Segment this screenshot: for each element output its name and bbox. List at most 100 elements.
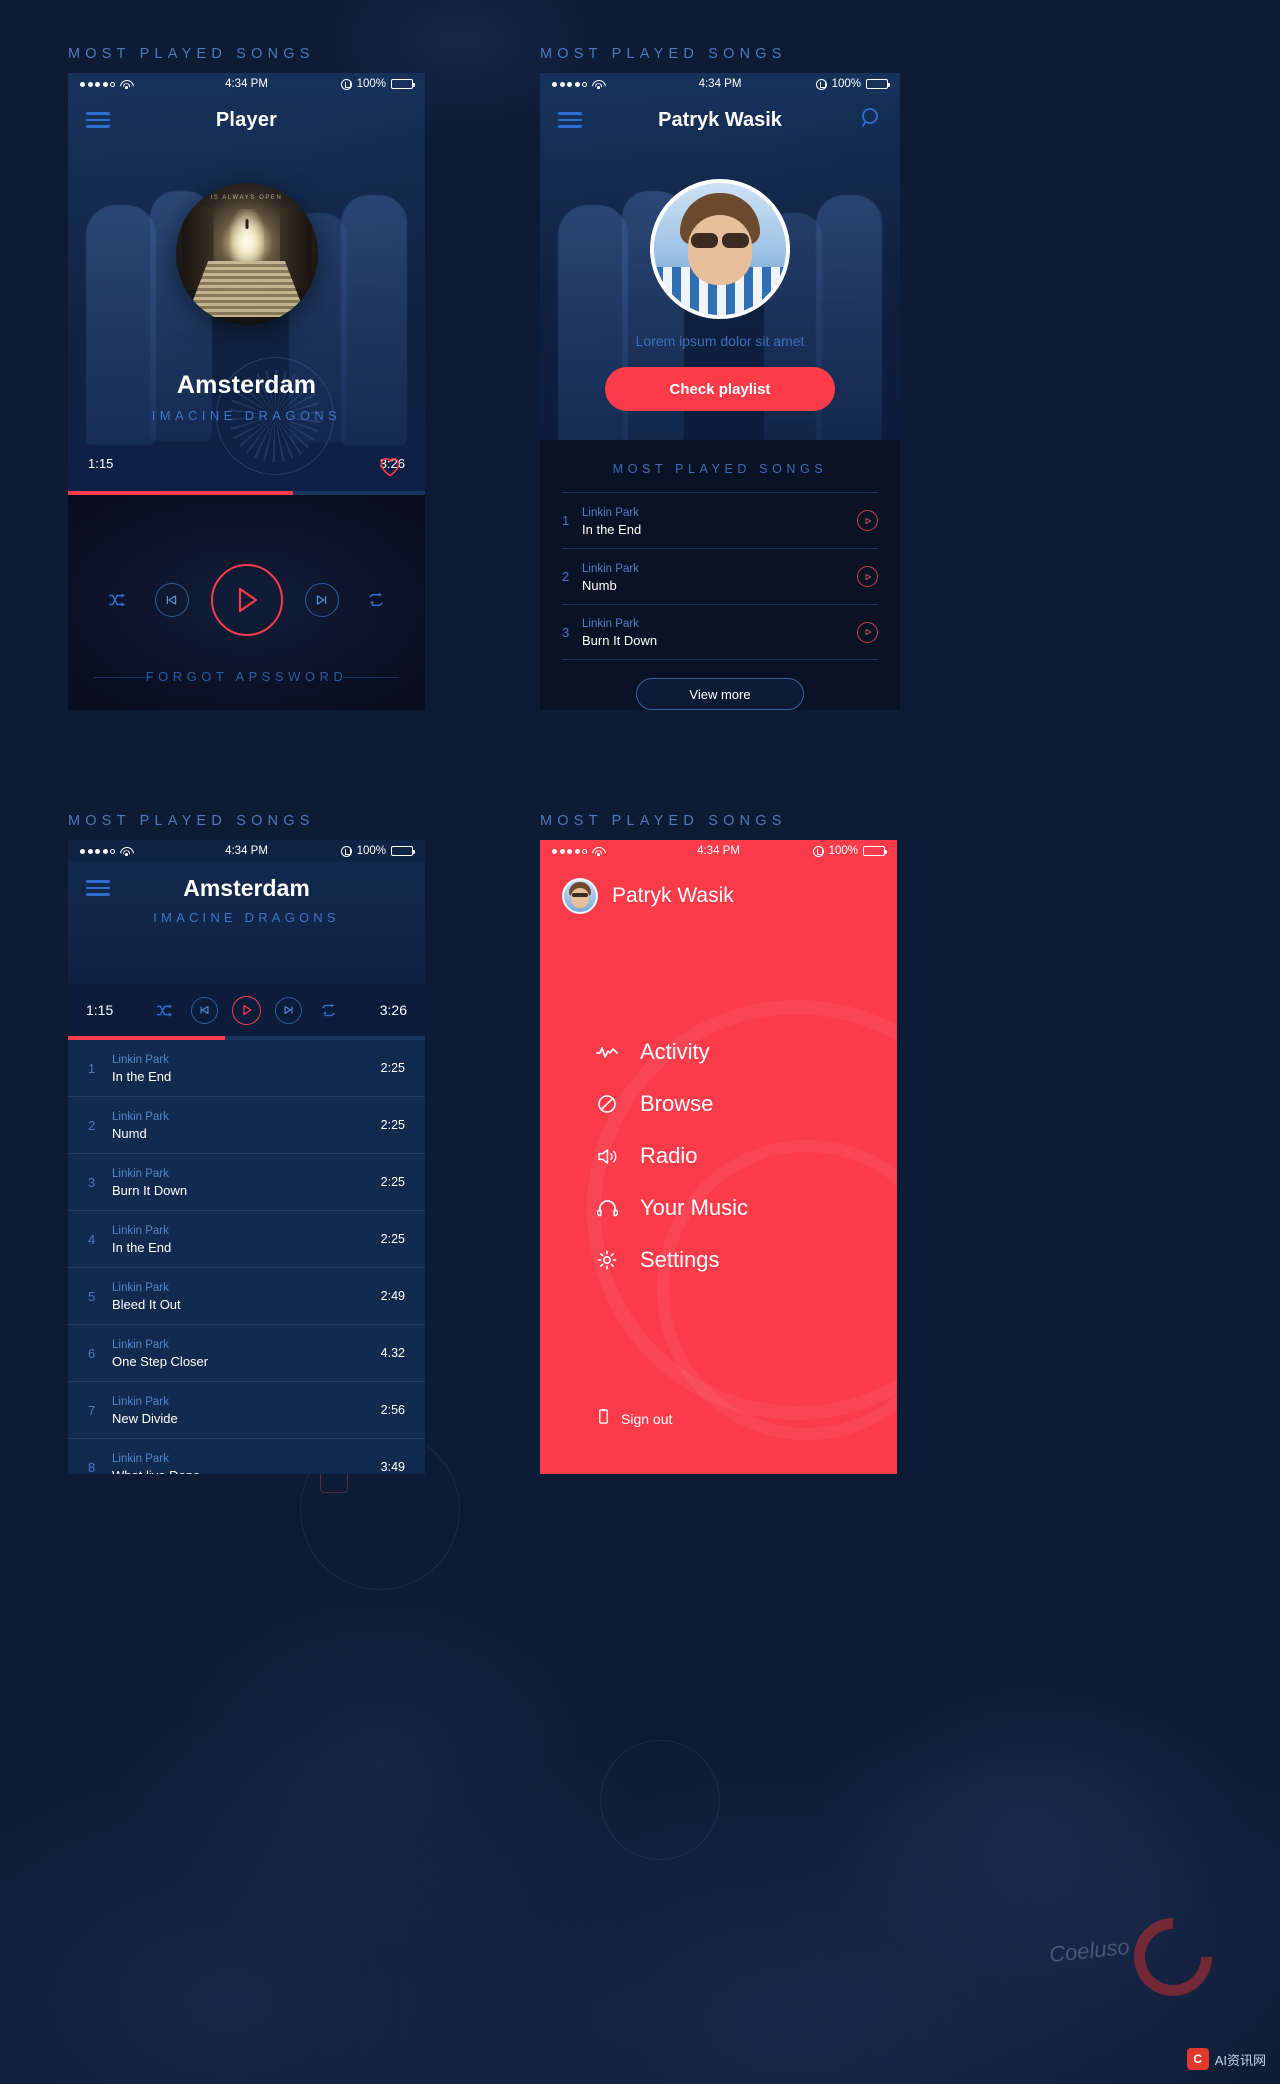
table-row[interactable]: 8 Linkin Park What live Done 3:49 xyxy=(68,1439,425,1474)
track-index: 2 xyxy=(88,1117,96,1133)
track-artist: Linkin Park xyxy=(112,1111,169,1123)
radio-speaker-icon xyxy=(596,1148,618,1165)
now-playing-meta: Amsterdam IMACINE DRAGONS xyxy=(68,371,425,423)
sign-out-button[interactable]: Sign out xyxy=(596,1408,672,1430)
playlist: 1 Linkin Park In the End 2 Linkin Park Numb 3 L… xyxy=(562,492,878,660)
avatar-face xyxy=(688,215,752,285)
next-track-icon[interactable] xyxy=(304,582,339,617)
list-item[interactable]: 3 Linkin Park Burn It Down xyxy=(562,604,878,660)
track-artist: Linkin Park xyxy=(112,1396,169,1408)
player-time-row: 1:15 3:26 xyxy=(68,456,425,471)
check-playlist-button[interactable]: Check playlist xyxy=(605,367,835,411)
play-circle-icon[interactable] xyxy=(857,621,878,643)
phone-screen-player: 4:34 PM 100% Player IS ALWAYS OPEN Amste… xyxy=(68,73,425,710)
list-item[interactable]: 2 Linkin Park Numb xyxy=(562,548,878,604)
next-track-icon[interactable] xyxy=(275,996,302,1024)
album-art-glow xyxy=(229,209,264,261)
phone-screen-profile: 4:34 PM 100% Patryk Wasik Lorem ipsum do… xyxy=(540,73,900,710)
section-label-phone1: MOST PLAYED SONGS xyxy=(68,46,315,62)
track-index: 3 xyxy=(88,1174,96,1190)
watermark-brand: Coeluso xyxy=(1048,1933,1132,1968)
menu-item-browse[interactable]: Browse xyxy=(596,1091,897,1117)
avatar-face xyxy=(571,888,589,908)
heart-icon[interactable] xyxy=(379,457,401,477)
gear-icon xyxy=(596,1250,618,1270)
play-circle-icon[interactable] xyxy=(857,510,878,531)
play-icon[interactable] xyxy=(232,995,261,1025)
menu-item-activity[interactable]: Activity xyxy=(596,1039,897,1065)
track-song: One Step Closer xyxy=(112,1354,209,1369)
section-label-phone4: MOST PLAYED SONGS xyxy=(540,813,787,829)
track-index: 4 xyxy=(88,1231,96,1247)
page-title: Amsterdam xyxy=(183,874,310,901)
status-bar-right: 100% xyxy=(812,845,887,857)
view-more-button[interactable]: View more xyxy=(636,678,804,710)
list-item-index: 3 xyxy=(562,624,570,640)
progress-bar[interactable] xyxy=(68,491,425,495)
rotation-lock-icon xyxy=(340,78,352,90)
track-duration: 2:49 xyxy=(380,1289,405,1303)
status-bar-right: 100% xyxy=(340,78,415,90)
track-artist: Linkin Park xyxy=(112,1282,169,1294)
menu-panel: 4:34 PM 100% Patryk Wasik Activity Browse… xyxy=(540,840,897,1474)
battery-icon xyxy=(391,79,415,89)
menu-item-your-music[interactable]: Your Music xyxy=(596,1195,897,1221)
table-row[interactable]: 1 Linkin Park In the End 2:25 xyxy=(68,1040,425,1097)
menu-item-settings[interactable]: Settings xyxy=(596,1247,897,1273)
playback-controls xyxy=(103,563,391,636)
track-duration: 2:25 xyxy=(380,1232,405,1246)
list-item-index: 2 xyxy=(562,569,570,584)
page-title: Player xyxy=(215,108,278,131)
list-item-song: Numb xyxy=(582,577,617,593)
repeat-icon[interactable] xyxy=(316,998,340,1022)
table-row[interactable]: 3 Linkin Park Burn It Down 2:25 xyxy=(68,1154,425,1211)
shuffle-icon[interactable] xyxy=(103,585,133,615)
status-bar: 4:34 PM 100% xyxy=(540,840,897,862)
background-blob xyxy=(120,1560,640,1960)
battery-percent: 100% xyxy=(356,845,386,857)
menu-item-radio[interactable]: Radio xyxy=(596,1143,897,1169)
play-circle-icon[interactable] xyxy=(857,566,878,587)
album-art-caption: IS ALWAYS OPEN xyxy=(210,195,283,201)
track-duration: 2:56 xyxy=(380,1403,405,1417)
previous-track-icon[interactable] xyxy=(154,582,189,617)
repeat-icon[interactable] xyxy=(361,585,391,615)
track-duration: 2:25 xyxy=(380,1118,405,1132)
status-bar: 4:34 PM 100% xyxy=(540,73,900,95)
list-item[interactable]: 1 Linkin Park In the End xyxy=(562,492,878,548)
table-row[interactable]: 7 Linkin Park New Divide 2:56 xyxy=(68,1382,425,1439)
track-duration: 4.32 xyxy=(380,1346,405,1360)
avatar xyxy=(650,179,790,319)
profile-hero: Patryk Wasik Lorem ipsum dolor sit amet … xyxy=(540,95,900,440)
table-row[interactable]: 4 Linkin Park In the End 2:25 xyxy=(68,1211,425,1268)
track-song: Bleed It Out xyxy=(112,1297,181,1312)
track-song: Burn It Down xyxy=(112,1183,188,1198)
table-row[interactable]: 6 Linkin Park One Step Closer 4.32 xyxy=(68,1325,425,1382)
track-index: 8 xyxy=(88,1459,96,1475)
previous-track-icon[interactable] xyxy=(191,996,218,1024)
track-title: Amsterdam xyxy=(176,371,317,399)
section-label-phone3: MOST PLAYED SONGS xyxy=(68,813,315,829)
battery-percent: 100% xyxy=(356,78,386,90)
search-icon[interactable] xyxy=(860,107,882,134)
list-item-artist: Linkin Park xyxy=(582,562,639,575)
track-song: What live Done xyxy=(112,1468,200,1474)
avatar-sunglasses-icon xyxy=(572,893,588,897)
track-index: 1 xyxy=(88,1060,96,1076)
battery-icon xyxy=(863,846,887,856)
menu-item-label: Activity xyxy=(640,1039,710,1064)
avatar-sunglasses-icon xyxy=(691,233,749,248)
sign-out-label: Sign out xyxy=(621,1411,673,1427)
divider-right xyxy=(343,677,399,678)
shuffle-icon[interactable] xyxy=(153,998,177,1022)
list-item-song: Burn It Down xyxy=(582,633,658,648)
track-artist: Linkin Park xyxy=(112,1225,169,1237)
list-item-artist: Linkin Park xyxy=(582,506,639,519)
menu-user-row[interactable]: Patryk Wasik xyxy=(540,862,897,914)
section-label-phone2: MOST PLAYED SONGS xyxy=(540,46,787,62)
table-row[interactable]: 2 Linkin Park Numd 2:25 xyxy=(68,1097,425,1154)
list-item-index: 1 xyxy=(562,513,570,528)
play-icon[interactable] xyxy=(210,563,283,636)
list-item-song: In the End xyxy=(582,521,642,537)
table-row[interactable]: 5 Linkin Park Bleed It Out 2:49 xyxy=(68,1268,425,1325)
